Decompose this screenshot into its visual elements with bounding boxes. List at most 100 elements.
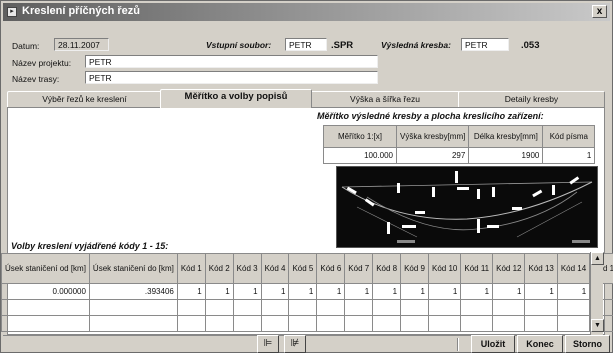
codes-cell[interactable]: 1 <box>372 283 402 300</box>
codes-cell[interactable]: 1 <box>344 283 374 300</box>
codes-cell[interactable] <box>492 315 526 332</box>
codes-cell[interactable] <box>460 299 494 316</box>
cancel-button[interactable]: Storno <box>565 335 610 353</box>
codes-cell[interactable] <box>316 315 346 332</box>
codes-cell[interactable] <box>288 315 318 332</box>
vysledna-kresba-field[interactable]: PETR <box>461 38 509 51</box>
codes-header: Kód 9 <box>400 253 429 284</box>
codes-header: Kód 7 <box>344 253 374 284</box>
codes-cell[interactable] <box>492 299 526 316</box>
tab-meritko[interactable]: Měřítko a volby popisů <box>160 89 312 108</box>
scale-value-kod-pisma[interactable]: 1 <box>542 147 596 164</box>
codes-cell[interactable]: 1 <box>232 283 262 300</box>
codes-table: Úsek staničení od [km] Úsek staničení do… <box>1 253 613 332</box>
title-bar: ▸ Kreslení příčných řezů x <box>3 3 610 21</box>
codes-cell[interactable] <box>176 299 206 316</box>
table-scrollbar[interactable]: ▲ ▼ <box>590 252 604 347</box>
scale-value-delka[interactable]: 1900 <box>468 147 544 164</box>
scale-header-meritko: Měřítko 1:[x] <box>323 125 397 148</box>
table-row: 0.000000 .393406 1 1 1 1 1 1 1 1 1 1 1 1… <box>1 283 613 300</box>
codes-header: Kód 14 <box>556 253 591 284</box>
codes-header: Kód 5 <box>288 253 318 284</box>
codes-section-title: Volby kreslení vyjádřené kódy 1 - 15: <box>11 241 169 251</box>
codes-cell[interactable] <box>427 299 462 316</box>
codes-cell[interactable] <box>427 315 462 332</box>
codes-cell[interactable] <box>260 315 290 332</box>
codes-cell[interactable] <box>524 315 558 332</box>
codes-cell[interactable]: 1 <box>204 283 234 300</box>
save-button[interactable]: Uložit <box>471 335 515 353</box>
codes-cell[interactable] <box>460 315 494 332</box>
codes-header: Kód 10 <box>427 253 462 284</box>
end-button[interactable]: Konec <box>517 335 563 353</box>
codes-cell[interactable] <box>1 315 90 332</box>
codes-header: Úsek staničení od [km] <box>1 253 90 284</box>
scale-section-title: Měřítko výsledné kresby a plocha kreslic… <box>317 111 544 121</box>
codes-cell[interactable]: .393406 <box>88 283 178 300</box>
codes-cell[interactable] <box>316 299 346 316</box>
codes-cell[interactable] <box>232 299 262 316</box>
projekt-field[interactable]: PETR <box>85 55 378 68</box>
codes-cell[interactable]: 1 <box>400 283 429 300</box>
codes-cell[interactable]: 1 <box>524 283 558 300</box>
vstupni-soubor-field[interactable]: PETR <box>285 38 327 51</box>
codes-cell[interactable]: 1 <box>427 283 462 300</box>
codes-cell[interactable]: 1 <box>556 283 591 300</box>
delete-row-icon[interactable]: ⊯ <box>284 335 306 353</box>
codes-cell[interactable]: 1 <box>288 283 318 300</box>
projekt-label: Název projektu: <box>12 58 72 68</box>
codes-cell[interactable]: 1 <box>492 283 526 300</box>
codes-cell[interactable] <box>204 299 234 316</box>
codes-header: Kód 12 <box>492 253 526 284</box>
scale-header-delka: Délka kresby[mm] <box>468 125 544 148</box>
codes-cell[interactable] <box>288 299 318 316</box>
codes-cell[interactable] <box>232 315 262 332</box>
codes-cell[interactable] <box>204 315 234 332</box>
codes-header: Kód 8 <box>372 253 402 284</box>
scale-value-vyska[interactable]: 297 <box>395 147 470 164</box>
datum-label: Datum: <box>12 41 40 51</box>
separator <box>457 338 459 351</box>
tab-vyber-rezu[interactable]: Výběr řezů ke kreslení <box>7 91 162 107</box>
codes-header: Kód 4 <box>260 253 290 284</box>
codes-cell[interactable] <box>400 299 429 316</box>
codes-cell[interactable] <box>1 299 90 316</box>
codes-cell[interactable]: 1 <box>176 283 206 300</box>
trasa-label: Název trasy: <box>12 74 60 84</box>
codes-cell[interactable] <box>524 299 558 316</box>
window-title: Kreslení příčných řezů <box>22 5 140 17</box>
insert-row-icon[interactable]: ⊫ <box>257 335 279 353</box>
scale-table: Měřítko 1:[x] Výška kresby[mm] Délka kre… <box>323 125 596 164</box>
table-row <box>1 299 613 316</box>
tab-vyska-sirka[interactable]: Výška a šířka řezu <box>310 91 460 107</box>
codes-cell[interactable]: 1 <box>460 283 494 300</box>
codes-cell[interactable]: 0.000000 <box>1 283 90 300</box>
vstupni-soubor-label: Vstupní soubor: <box>206 40 272 50</box>
scale-value-meritko[interactable]: 100.000 <box>323 147 397 164</box>
close-button[interactable]: x <box>592 5 607 18</box>
vysledna-ext: .053 <box>521 40 540 51</box>
codes-cell[interactable] <box>88 315 178 332</box>
trasa-field[interactable]: PETR <box>85 71 378 84</box>
scale-header-vyska: Výška kresby[mm] <box>395 125 470 148</box>
codes-header: Kód 13 <box>524 253 558 284</box>
codes-cell[interactable] <box>88 299 178 316</box>
codes-cell[interactable] <box>372 315 402 332</box>
codes-cell[interactable] <box>176 315 206 332</box>
codes-cell[interactable] <box>372 299 402 316</box>
scroll-up-icon[interactable]: ▲ <box>591 252 604 265</box>
codes-cell[interactable] <box>556 315 591 332</box>
codes-cell[interactable]: 1 <box>316 283 346 300</box>
codes-header: Úsek staničení do [km] <box>88 253 178 284</box>
tab-detaily-kresby[interactable]: Detaily kresby <box>458 91 605 107</box>
codes-cell[interactable] <box>400 315 429 332</box>
codes-cell[interactable] <box>344 299 374 316</box>
codes-header: Kód 2 <box>204 253 234 284</box>
codes-cell[interactable] <box>260 299 290 316</box>
codes-cell[interactable] <box>556 299 591 316</box>
main-window: ▸ Kreslení příčných řezů x Datum: 28.11.… <box>0 0 613 353</box>
cross-section-drawing <box>341 171 593 243</box>
scroll-down-icon[interactable]: ▼ <box>591 319 604 332</box>
codes-cell[interactable]: 1 <box>260 283 290 300</box>
codes-cell[interactable] <box>344 315 374 332</box>
